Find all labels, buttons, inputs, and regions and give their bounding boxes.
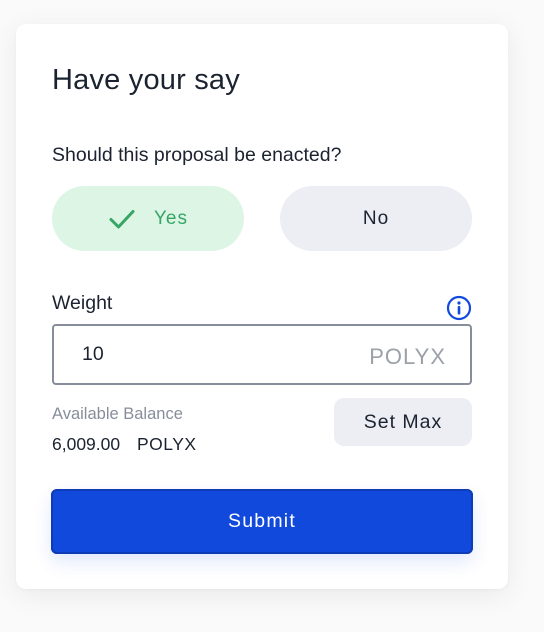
weight-label: Weight	[52, 292, 113, 314]
submit-button[interactable]: Submit	[51, 489, 473, 554]
weight-input[interactable]	[82, 343, 362, 366]
weight-field[interactable]: POLYX	[52, 324, 472, 385]
available-balance-amount: 6,009.00	[52, 434, 121, 454]
yes-option-label: Yes	[154, 207, 188, 229]
vote-question: Should this proposal be enacted?	[52, 144, 342, 166]
vote-card: Have your say Should this proposal be en…	[16, 24, 508, 589]
available-balance-label: Available Balance	[52, 405, 183, 423]
submit-label: Submit	[228, 510, 296, 532]
weight-unit-label: POLYX	[369, 344, 446, 369]
no-option-button[interactable]: No	[280, 186, 472, 251]
set-max-label: Set Max	[363, 410, 443, 433]
yes-option-button[interactable]: Yes	[52, 186, 244, 251]
check-icon	[109, 209, 135, 228]
available-balance-unit: POLYX	[137, 434, 197, 454]
set-max-button[interactable]: Set Max	[334, 398, 472, 446]
no-option-label: No	[362, 207, 390, 229]
info-icon[interactable]	[446, 295, 472, 321]
card-title: Have your say	[52, 64, 240, 96]
